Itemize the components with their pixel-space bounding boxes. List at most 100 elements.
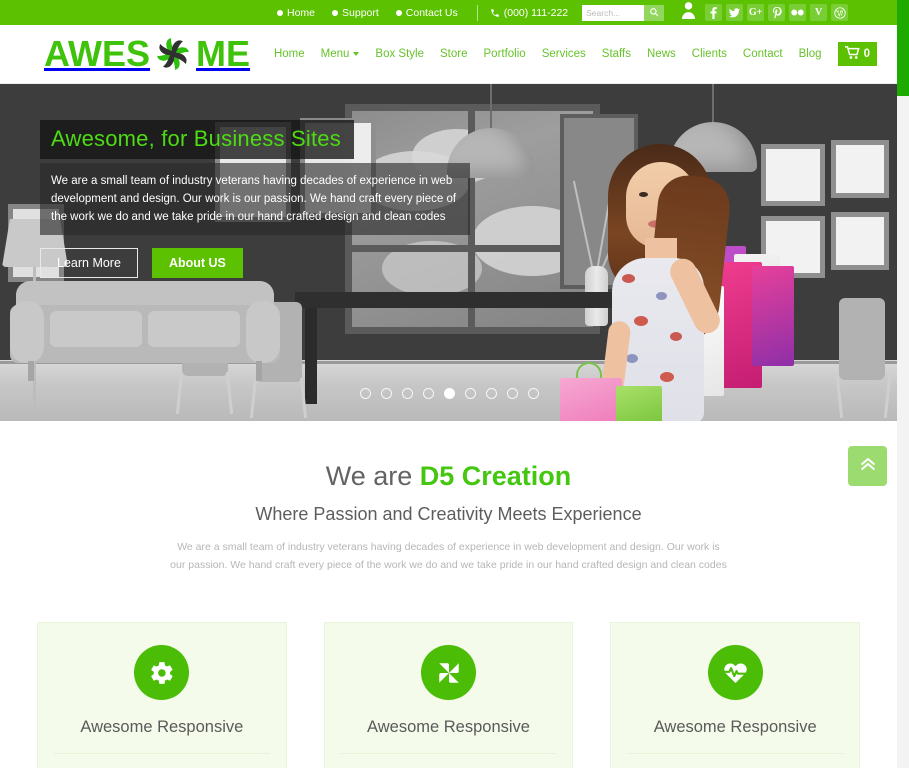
search-button[interactable] [644,4,665,21]
feature-title: Awesome Responsive [627,718,844,754]
vimeo-icon[interactable]: V [810,4,828,21]
topbar-link-home[interactable]: Home [277,7,315,19]
nav-item-services[interactable]: Services [542,48,586,60]
search-input[interactable] [582,4,645,21]
flickr-icon[interactable] [789,4,807,21]
feature-title: Awesome Responsive [340,718,557,754]
chevron-down-icon [353,52,360,56]
nav-label: News [647,48,676,60]
double-chevron-up-icon [858,454,878,479]
slider-dot[interactable] [507,388,518,399]
topbar-link-label: Home [287,6,316,19]
nav-label: Clients [691,48,727,60]
scroll-to-top-button[interactable] [848,446,887,486]
topbar-phone: (000) 111-222 [490,7,568,19]
feature-title: Awesome Responsive [54,718,270,754]
cart-count: 0 [863,48,870,60]
topbar-link-label: Support [342,6,379,19]
hero-model-figure [512,86,812,421]
topbar-phone-number: (000) 111-222 [503,6,569,19]
user-icon [680,1,697,24]
wordpress-icon[interactable] [831,4,849,21]
logo-text-left: AWES [44,33,151,74]
feature-card: Awesome Responsive The Color changing op… [610,622,861,768]
slider-dot-active[interactable] [444,388,455,399]
intro-section: We are D5 Creation Where Passion and Cre… [0,421,897,574]
slider-pagination [360,388,539,399]
nav-item-box-style[interactable]: Box Style [375,48,424,60]
bullet-icon [395,9,402,16]
pinwheel-icon [421,645,476,700]
intro-title-plain: We are [325,461,420,491]
scrollbar-thumb[interactable] [897,0,909,96]
site-header: AWES ME Home Menu Box Style Store Portfo… [0,25,897,84]
user-account-button[interactable] [680,1,697,24]
page-title: We are D5 Creation [0,461,897,492]
slider-dot[interactable] [360,388,371,399]
cart-button[interactable]: 0 [837,42,877,66]
search-icon [649,5,659,20]
slider-dot[interactable] [528,388,539,399]
cart-icon [843,46,860,62]
hero-buttons: Learn More About US [40,248,480,278]
nav-label: Portfolio [483,48,526,60]
phone-icon [490,8,500,18]
nav-item-clients[interactable]: Clients [692,48,727,60]
intro-title-accent: D5 Creation [419,461,572,491]
hero-title: Awesome, for Business Sites [40,120,354,159]
pinterest-icon[interactable] [768,4,786,21]
main-navigation: Home Menu Box Style Store Portfolio Serv… [258,42,897,66]
social-links: G+ V [705,4,849,21]
nav-item-blog[interactable]: Blog [799,48,822,60]
hero-slider[interactable]: Awesome, for Business Sites We are a sma… [0,84,897,421]
nav-label: Staffs [601,48,631,60]
heartbeat-icon [707,645,763,700]
page-root: Home Support Contact Us (000) 111-222 Se… [0,0,897,768]
nav-label: Blog [798,48,822,60]
pinwheel-flower-icon [151,32,195,76]
topbar-divider [476,4,478,21]
site-logo[interactable]: AWES ME [44,32,250,76]
nav-label: Box Style [375,48,424,60]
nav-item-home[interactable]: Home [274,48,305,60]
nav-label: Contact [742,48,783,60]
nav-label: Store [440,48,468,60]
intro-subtitle: Where Passion and Creativity Meets Exper… [255,504,642,524]
slider-dot[interactable] [465,388,476,399]
google-plus-icon[interactable]: G+ [747,4,765,21]
logo-text-right: ME [196,33,251,74]
twitter-icon[interactable] [726,4,744,21]
nav-label: Services [541,48,586,60]
slider-dot[interactable] [381,388,392,399]
nav-item-news[interactable]: News [647,48,676,60]
features-section: Awesome Responsive The Color changing op… [0,574,897,768]
feature-card: Awesome Responsive The Color changing op… [37,622,287,768]
topbar-link-contact-us[interactable]: Contact Us [395,6,458,19]
page-scrollbar[interactable] [897,0,909,768]
hero-description: We are a small team of industry veterans… [40,163,470,235]
learn-more-button[interactable]: Learn More [40,248,138,278]
nav-item-store[interactable]: Store [440,48,468,60]
nav-label: Menu [320,48,350,60]
intro-paragraph: We are a small team of industry veterans… [170,541,727,571]
slider-dot[interactable] [486,388,497,399]
about-us-button[interactable]: About US [151,248,243,278]
nav-label: Home [273,48,305,60]
bullet-icon [277,9,283,16]
topbar-search[interactable] [582,4,665,21]
slider-dot[interactable] [402,388,413,399]
gear-icon [134,645,190,700]
hero-content: Awesome, for Business Sites We are a sma… [40,120,480,278]
topbar: Home Support Contact Us (000) 111-222 Se… [0,0,897,25]
facebook-icon[interactable] [705,4,723,21]
nav-item-portfolio[interactable]: Portfolio [484,48,526,60]
scrollbar-track[interactable] [897,96,909,768]
topbar-link-support[interactable]: Support [332,7,379,19]
nav-item-contact[interactable]: Contact [743,48,783,60]
feature-card: Awesome Responsive The Color changing op… [323,622,574,768]
nav-item-staffs[interactable]: Staffs [602,48,631,60]
topbar-link-label: Contact Us [405,6,458,19]
slider-dot[interactable] [423,388,434,399]
bullet-icon [332,9,339,16]
nav-item-menu[interactable]: Menu [321,48,360,60]
